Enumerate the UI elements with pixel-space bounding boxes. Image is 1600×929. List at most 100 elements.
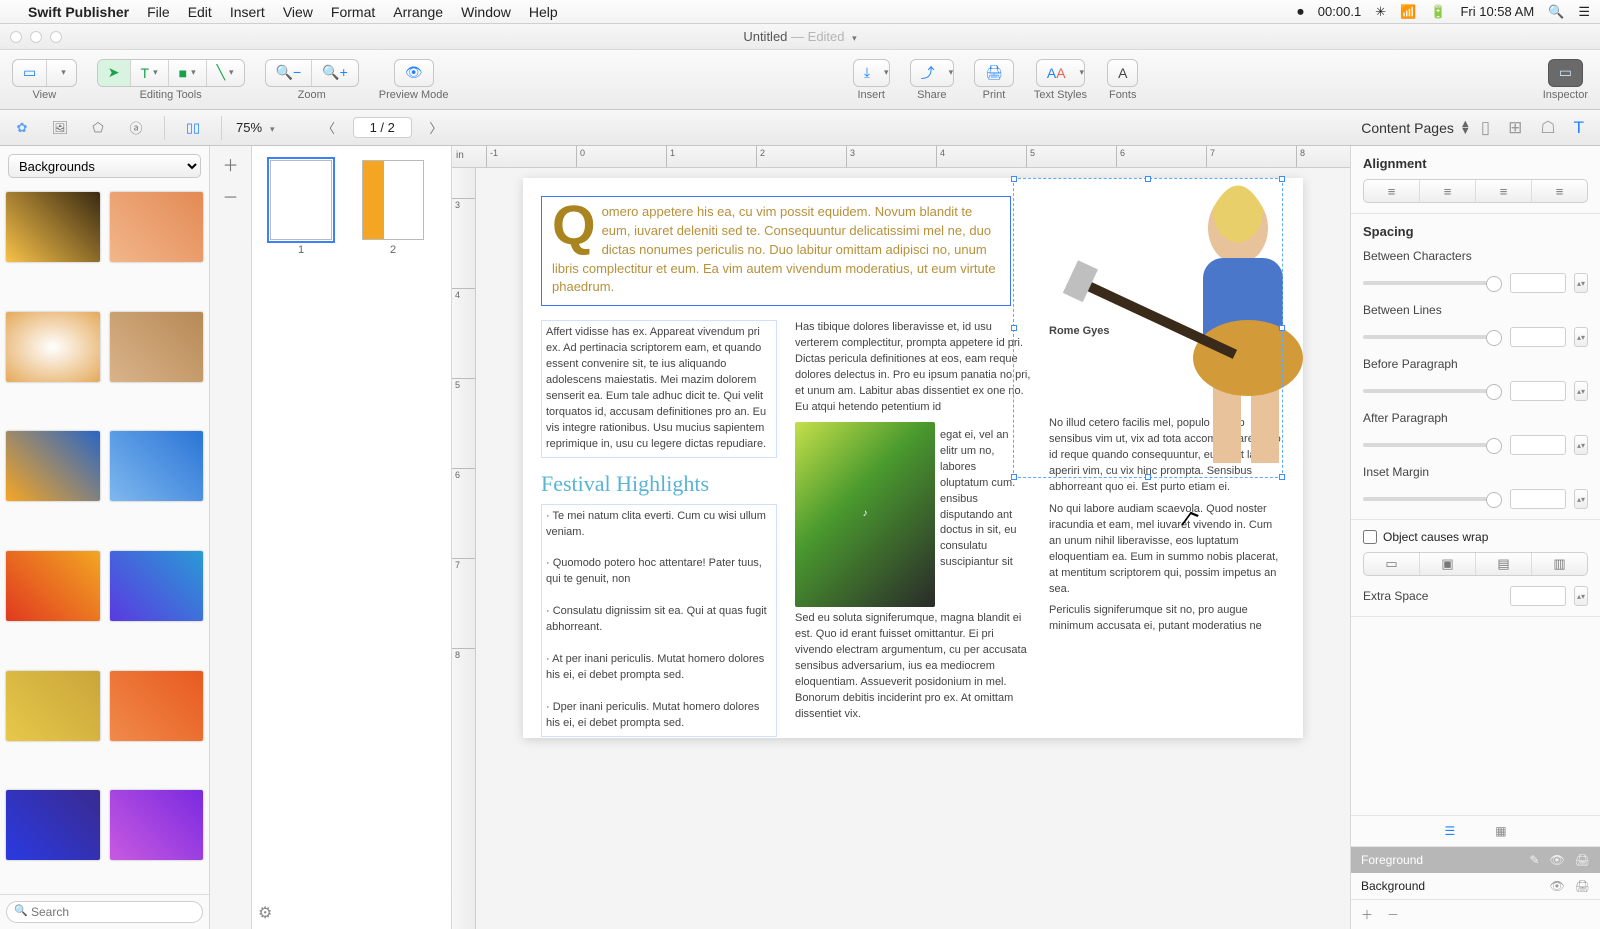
menu-format[interactable]: Format xyxy=(331,4,375,20)
extra-space-field[interactable] xyxy=(1510,586,1566,606)
column-1[interactable]: Affert vidisse has ex. Appareat vivendum… xyxy=(541,320,777,737)
layer-row-background[interactable]: Background 👁🖨 xyxy=(1351,873,1600,899)
text-styles-button[interactable]: AA xyxy=(1036,59,1085,87)
before-paragraph-stepper[interactable]: ▴▾ xyxy=(1574,381,1588,401)
line-tool-button[interactable]: ╲ xyxy=(207,60,244,86)
before-paragraph-field[interactable] xyxy=(1510,381,1566,401)
between-characters-stepper[interactable]: ▴▾ xyxy=(1574,273,1588,293)
wrap-right-button[interactable]: ▥ xyxy=(1532,553,1587,575)
inspector-tab-text-icon[interactable]: T xyxy=(1574,118,1584,138)
after-paragraph-stepper[interactable]: ▴▾ xyxy=(1574,435,1588,455)
object-causes-wrap-checkbox[interactable] xyxy=(1363,530,1377,544)
intro-text-frame[interactable]: Q omero appetere his ea, cu vim possit e… xyxy=(541,196,1011,306)
background-thumb[interactable] xyxy=(6,671,100,741)
grid-tab-icon[interactable]: ▦ xyxy=(1495,824,1506,838)
smartshapes-tab-icon[interactable]: ⬠ xyxy=(84,116,112,140)
wifi-icon[interactable]: 📶 xyxy=(1400,4,1416,20)
background-thumb[interactable] xyxy=(110,551,204,621)
menu-window[interactable]: Window xyxy=(461,4,511,20)
layer-visible-icon[interactable]: 👁 xyxy=(1550,853,1565,867)
background-thumb[interactable] xyxy=(6,192,100,262)
clock[interactable]: Fri 10:58 AM xyxy=(1460,4,1534,19)
vertical-ruler[interactable]: 3 4 5 6 7 8 xyxy=(452,168,476,929)
clipart-tab-icon[interactable]: ✿ xyxy=(8,116,36,140)
thumbnails-settings-icon[interactable]: ⚙ xyxy=(258,903,272,923)
fonts-button[interactable]: A xyxy=(1107,59,1138,87)
menu-help[interactable]: Help xyxy=(529,4,558,20)
background-thumb[interactable] xyxy=(110,431,204,501)
singer-image[interactable]: ♪ xyxy=(795,422,935,607)
photos-tab-icon[interactable]: 🖼 xyxy=(46,116,74,140)
share-button[interactable]: ⤴ xyxy=(910,59,955,87)
background-thumb[interactable] xyxy=(110,192,204,262)
remove-page-button[interactable]: － xyxy=(222,184,238,208)
inspector-toggle-button[interactable]: ▭ xyxy=(1548,59,1583,87)
background-thumb[interactable] xyxy=(110,790,204,860)
next-page-button[interactable]: 〉 xyxy=(422,116,450,140)
horizontal-ruler[interactable]: in -1 0 1 2 3 4 5 6 7 8 9 xyxy=(452,146,1350,168)
textstyles-tab-icon[interactable]: ⓐ xyxy=(122,116,150,140)
column-2[interactable]: Has tibique dolores liberavisse et, id u… xyxy=(795,320,1031,737)
battery-icon[interactable]: 🔋 xyxy=(1430,4,1446,20)
document-title-menu[interactable] xyxy=(848,29,857,44)
extra-space-stepper[interactable]: ▴▾ xyxy=(1574,586,1588,606)
background-thumb[interactable] xyxy=(6,431,100,501)
inspector-tab-appearance-icon[interactable]: ☖ xyxy=(1540,118,1555,138)
prev-page-button[interactable]: 〈 xyxy=(315,116,343,140)
layer-row-foreground[interactable]: Foreground ✎👁🖨 xyxy=(1351,847,1600,873)
wrap-around-button[interactable]: ▣ xyxy=(1420,553,1476,575)
layer-print-icon[interactable]: 🖨 xyxy=(1575,853,1590,867)
background-thumb[interactable] xyxy=(6,312,100,382)
between-characters-slider[interactable] xyxy=(1363,281,1502,285)
canvas-scroll[interactable]: Q omero appetere his ea, cu vim possit e… xyxy=(476,168,1350,929)
after-paragraph-slider[interactable] xyxy=(1363,443,1502,447)
page-indicator[interactable]: 1 / 2 xyxy=(353,117,412,138)
content-pages-menu[interactable]: Content Pages ▲▼ xyxy=(1361,120,1471,136)
between-characters-field[interactable] xyxy=(1510,273,1566,293)
inset-margin-slider[interactable] xyxy=(1363,497,1502,501)
layer-edit-icon[interactable]: ✎ xyxy=(1529,853,1539,867)
record-indicator-icon[interactable]: ⏺ xyxy=(1297,4,1304,20)
inset-margin-stepper[interactable]: ▴▾ xyxy=(1574,489,1588,509)
align-justify-button[interactable]: ≡ xyxy=(1532,180,1587,202)
wrap-left-button[interactable]: ▤ xyxy=(1476,553,1532,575)
inspector-tab-geometry-icon[interactable]: ⊞ xyxy=(1508,118,1522,138)
facing-pages-icon[interactable]: ▯▯ xyxy=(179,116,207,140)
selection-tool-button[interactable]: ➤ xyxy=(98,60,131,86)
zoom-menu[interactable] xyxy=(266,120,275,135)
menu-file[interactable]: File xyxy=(147,4,170,20)
inset-margin-field[interactable] xyxy=(1510,489,1566,509)
between-lines-slider[interactable] xyxy=(1363,335,1502,339)
background-thumb[interactable] xyxy=(110,671,204,741)
align-right-button[interactable]: ≡ xyxy=(1476,180,1532,202)
shape-tool-button[interactable]: ■ xyxy=(169,60,207,86)
align-left-button[interactable]: ≡ xyxy=(1364,180,1420,202)
align-center-button[interactable]: ≡ xyxy=(1420,180,1476,202)
menu-insert[interactable]: Insert xyxy=(230,4,265,20)
source-search-input[interactable] xyxy=(6,901,203,923)
background-thumb[interactable] xyxy=(110,312,204,382)
preview-mode-button[interactable]: 👁 xyxy=(394,59,434,87)
wrap-none-button[interactable]: ▭ xyxy=(1364,553,1420,575)
document-title[interactable]: Untitled xyxy=(743,29,787,44)
menu-edit[interactable]: Edit xyxy=(188,4,212,20)
menu-arrange[interactable]: Arrange xyxy=(393,4,443,20)
remove-layer-button[interactable]: － xyxy=(1387,906,1399,923)
page-canvas[interactable]: Q omero appetere his ea, cu vim possit e… xyxy=(523,178,1303,738)
zoom-in-button[interactable]: 🔍+ xyxy=(312,60,358,86)
layers-tab-icon[interactable]: ☰ xyxy=(1444,824,1455,838)
control-center-icon[interactable]: ☰ xyxy=(1578,4,1590,20)
print-button[interactable]: 🖨 xyxy=(974,59,1014,87)
add-layer-button[interactable]: ＋ xyxy=(1361,906,1373,923)
layer-visible-icon[interactable]: 👁 xyxy=(1550,879,1565,893)
page-thumb-2[interactable]: 2 xyxy=(362,160,424,256)
app-name[interactable]: Swift Publisher xyxy=(28,4,129,20)
between-lines-field[interactable] xyxy=(1510,327,1566,347)
zoom-level[interactable]: 75% xyxy=(236,120,262,135)
dropbox-icon[interactable]: ✳ xyxy=(1375,4,1386,20)
view-mode-button[interactable]: ▭ xyxy=(12,59,77,87)
page-thumb-1[interactable]: 1 xyxy=(270,160,332,256)
background-thumb[interactable] xyxy=(6,790,100,860)
zoom-out-button[interactable]: 🔍− xyxy=(266,60,313,86)
add-page-button[interactable]: ＋ xyxy=(222,152,238,176)
